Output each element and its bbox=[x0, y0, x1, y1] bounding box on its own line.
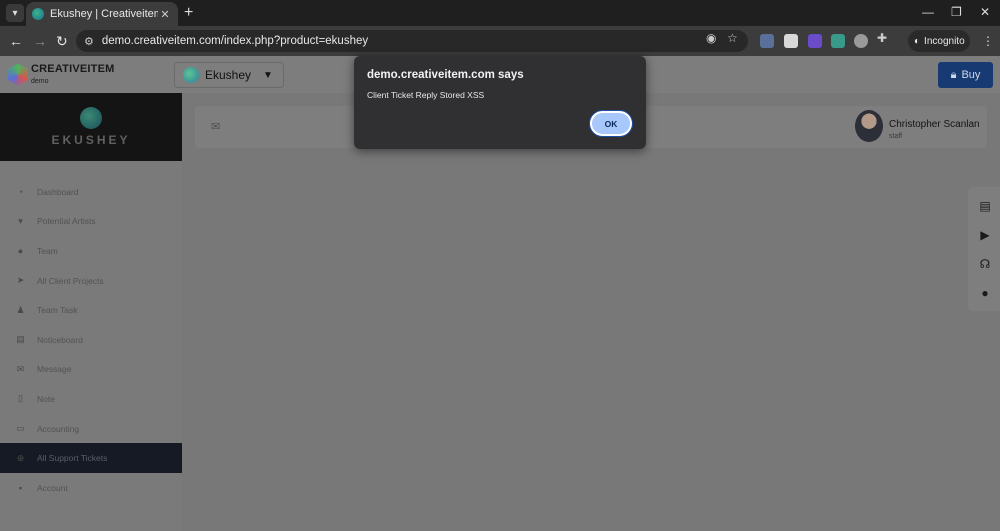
new-tab-icon[interactable]: + bbox=[184, 4, 193, 22]
dashboard-icon: ◔ bbox=[17, 186, 24, 197]
sidebar-item-accounting[interactable]: ▭ Accounting bbox=[0, 414, 182, 444]
ekushey-logo-icon bbox=[183, 67, 199, 83]
lifebuoy-icon: ⊕ bbox=[16, 452, 25, 463]
chevron-down-icon: ▼ bbox=[263, 69, 273, 81]
browser-tab[interactable]: Ekushey | Creativeitem ✕ bbox=[26, 2, 178, 26]
site-info-icon[interactable]: ⚙ bbox=[84, 35, 94, 48]
buy-button[interactable]: 🔒︎ Buy bbox=[938, 62, 993, 88]
sidebar-item-label: Noticeboard bbox=[37, 334, 83, 345]
logo-brand: CREATIVEITEM bbox=[31, 63, 115, 75]
trophy-icon: ▾ bbox=[18, 215, 23, 226]
incognito-chip[interactable]: ◐ Incognito bbox=[908, 30, 970, 52]
lock-icon: 🔒︎ bbox=[950, 68, 957, 81]
extension-cloud-icon[interactable] bbox=[831, 34, 845, 48]
sidebar-item-team-task[interactable]: ♟ Team Task bbox=[0, 295, 182, 325]
sidebar-item-noticeboard[interactable]: ▤ Noticeboard bbox=[0, 325, 182, 355]
credit-card-icon: ▭ bbox=[16, 423, 25, 434]
product-selector-label: Ekushey bbox=[205, 68, 252, 82]
alert-dialog: demo.creativeitem.com says Client Ticket… bbox=[354, 56, 646, 149]
document-icon[interactable]: ▤ bbox=[978, 199, 992, 213]
sidebar-item-label: Message bbox=[37, 364, 72, 375]
extensions-puzzle-icon[interactable]: ✚ bbox=[877, 31, 887, 45]
avatar[interactable] bbox=[855, 110, 883, 142]
sidebar-item-message[interactable]: ✉ Message bbox=[0, 355, 182, 385]
browser-toolbar: ← → ↻ ⚙ demo.creativeitem.com/index.php?… bbox=[0, 26, 1000, 56]
chat-icon[interactable]: ● bbox=[978, 286, 992, 300]
browser-menu-icon[interactable]: ⋮ bbox=[982, 34, 994, 48]
restore-icon[interactable]: ❐ bbox=[951, 5, 962, 19]
sidebar-item-label: All Client Projects bbox=[37, 275, 104, 286]
tracking-eye-icon[interactable]: ◉ bbox=[706, 31, 716, 45]
envelope-icon[interactable]: ✉ bbox=[211, 120, 220, 133]
sidebar-brand-name: EKUSHEY bbox=[51, 133, 131, 147]
sidebar-item-note[interactable]: ▯ Note bbox=[0, 384, 182, 414]
creativeitem-logo[interactable]: CREATIVEITEM demo bbox=[8, 63, 114, 86]
dialog-title: demo.creativeitem.com says bbox=[367, 69, 524, 81]
sidebar-item-dashboard[interactable]: ◔ Dashboard bbox=[0, 177, 182, 207]
sidebar-item-potential-artists[interactable]: ▾ Potential Artists bbox=[0, 207, 182, 237]
incognito-label: Incognito bbox=[924, 35, 965, 47]
note-icon: ▯ bbox=[18, 393, 23, 404]
lock-icon: ▪ bbox=[18, 482, 23, 493]
ekushey-mark-icon bbox=[80, 107, 102, 129]
buy-label: Buy bbox=[961, 69, 981, 81]
forward-icon[interactable]: → bbox=[33, 33, 47, 49]
sidebar-item-all-support-tickets[interactable]: ⊕ All Support Tickets bbox=[0, 443, 182, 473]
sidebar-item-team[interactable]: ● Team bbox=[0, 236, 182, 266]
tab-search-icon[interactable]: ▾ bbox=[6, 4, 24, 22]
sidebar-item-label: Dashboard bbox=[37, 186, 79, 197]
paper-plane-icon: ➤ bbox=[16, 275, 25, 286]
sidebar-item-label: Team bbox=[37, 245, 58, 256]
back-icon[interactable]: ← bbox=[9, 33, 23, 49]
sidebar-menu: ◔ Dashboard ▾ Potential Artists ● Team ➤… bbox=[0, 177, 182, 503]
sidebar-item-label: Team Task bbox=[37, 305, 78, 316]
reload-icon[interactable]: ↻ bbox=[56, 33, 68, 49]
sidebar-item-label: Potential Artists bbox=[37, 216, 96, 227]
user-name[interactable]: Christopher Scanlan bbox=[889, 119, 980, 130]
sidebar-item-label: Note bbox=[37, 393, 55, 404]
play-circle-icon[interactable]: ▶ bbox=[978, 228, 992, 242]
extension-purple-icon[interactable] bbox=[808, 34, 822, 48]
address-bar[interactable]: ⚙ demo.creativeitem.com/index.php?produc… bbox=[76, 30, 748, 52]
headset-icon[interactable]: ☊ bbox=[978, 257, 992, 271]
incognito-icon: ◐ bbox=[914, 35, 921, 47]
tab-title: Ekushey | Creativeitem bbox=[50, 8, 158, 20]
sidebar-item-label: Accounting bbox=[37, 423, 80, 434]
task-icon: ♟ bbox=[16, 304, 25, 315]
minimize-icon[interactable]: — bbox=[922, 5, 934, 19]
logo-sub: demo bbox=[31, 78, 49, 85]
product-selector[interactable]: Ekushey ▼ bbox=[174, 62, 284, 88]
sidebar-brand[interactable]: EKUSHEY bbox=[0, 93, 182, 161]
extension-icon[interactable] bbox=[760, 34, 774, 48]
sidebar-item-label: Account bbox=[37, 482, 68, 493]
floating-help-bar: ▤ ▶ ☊ ● bbox=[968, 187, 1000, 311]
window-close-icon[interactable]: ✕ bbox=[980, 5, 990, 19]
bookmark-star-icon[interactable]: ☆ bbox=[727, 31, 738, 45]
ok-button[interactable]: OK bbox=[590, 111, 632, 136]
sidebar-item-label: All Support Tickets bbox=[37, 453, 108, 464]
tab-close-icon[interactable]: ✕ bbox=[158, 8, 172, 21]
extension-globe-icon[interactable] bbox=[854, 34, 868, 48]
browser-tabstrip: ▾ Ekushey | Creativeitem ✕ + — ❐ ✕ bbox=[0, 0, 1000, 26]
extension-calendar-icon[interactable] bbox=[784, 34, 798, 48]
user-role: staff bbox=[889, 133, 903, 140]
tab-favicon-icon bbox=[32, 8, 44, 20]
noticeboard-icon: ▤ bbox=[16, 334, 25, 345]
sidebar-item-all-client-projects[interactable]: ➤ All Client Projects bbox=[0, 266, 182, 296]
hexagon-logo-icon bbox=[8, 63, 28, 86]
sidebar: EKUSHEY ◔ Dashboard ▾ Potential Artists … bbox=[0, 93, 182, 531]
users-icon: ● bbox=[17, 245, 24, 256]
address-url[interactable]: demo.creativeitem.com/index.php?product=… bbox=[102, 35, 368, 47]
dialog-message: Client Ticket Reply Stored XSS bbox=[367, 90, 485, 100]
envelope-icon: ✉ bbox=[16, 363, 25, 374]
sidebar-item-account[interactable]: ▪ Account bbox=[0, 473, 182, 503]
